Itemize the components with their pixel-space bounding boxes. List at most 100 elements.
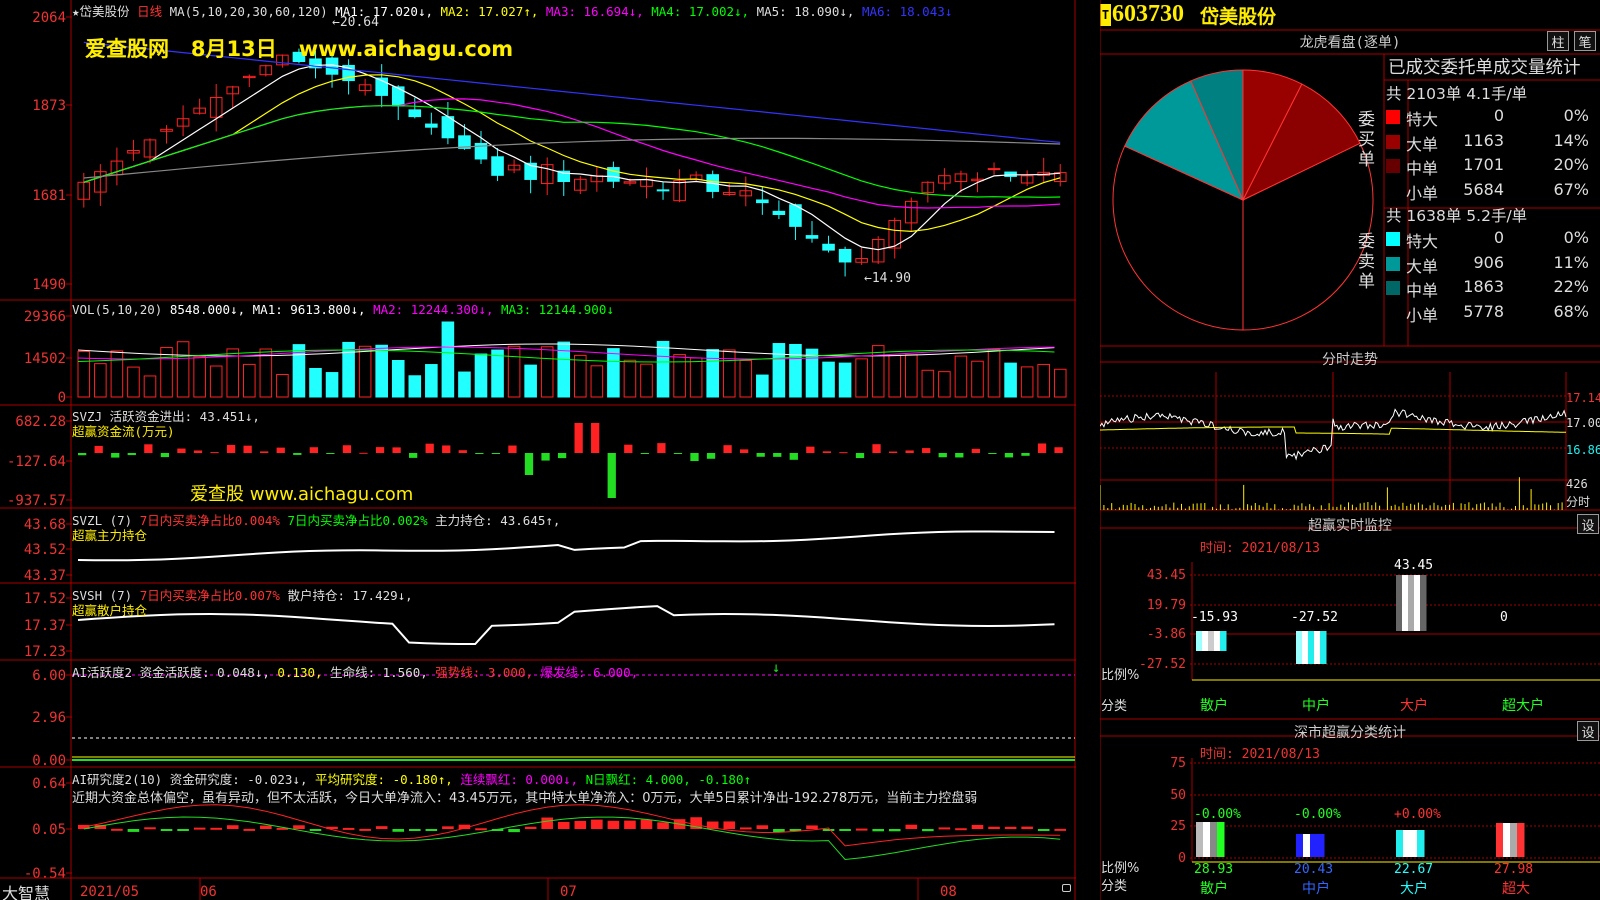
svzj-bar — [309, 447, 318, 453]
sz-settings-button[interactable]: 设 — [1577, 721, 1599, 741]
sz-axis-label: 0 — [1178, 851, 1186, 866]
ai2-bar — [872, 829, 884, 832]
candle-body — [656, 189, 670, 192]
svzj-axis-label: 682.28 — [15, 414, 66, 430]
tick-mode-button[interactable]: 笔 — [1574, 31, 1596, 51]
svzj-bar — [624, 444, 633, 453]
monitor-title: 超赢实时监控 — [1308, 518, 1392, 534]
lock-icon[interactable] — [1062, 884, 1071, 892]
ai1-axis-label: 6.00 — [32, 668, 66, 684]
volume-bar — [640, 363, 653, 398]
buy-count: 5684 — [1463, 179, 1504, 199]
buy-swatch — [1386, 159, 1400, 173]
svzj-bar — [607, 453, 616, 498]
monitor-cat-2: 大户 — [1400, 697, 1428, 714]
sz-value-label: 20.43 — [1294, 862, 1333, 877]
ai1-header-seg: AI活跃度2 — [72, 665, 140, 680]
svzj-bar — [144, 444, 153, 453]
svzl-header-seg: 7日内买卖净占比0.004% — [139, 513, 288, 528]
sell-count: 906 — [1473, 252, 1504, 272]
volume-bar — [209, 365, 223, 398]
volume-bar — [971, 360, 984, 398]
sz-bar-retail-stripe — [1210, 822, 1218, 857]
ai2-bar — [111, 828, 123, 831]
svzj-bar — [773, 453, 782, 457]
ai2-bar — [177, 829, 189, 831]
svzj-sub: 超赢资金流(万元) — [72, 424, 175, 439]
ai1-header: AI活跃度2 资金活跃度: 0.048↓, 0.130, 生命线: 1.560,… — [72, 662, 638, 681]
ma3-line — [83, 98, 1061, 209]
svzj-bar — [375, 447, 385, 453]
svzj-bar — [326, 453, 335, 454]
price-header-seg: MA6: 18.043↓ — [861, 4, 953, 19]
monitor-bar-retail-stripe — [1208, 631, 1215, 651]
sell-swatch — [1386, 232, 1400, 246]
ai2-header-seg: 资金研究度: -0.023↓, — [169, 772, 316, 787]
svzl-header-seg: 7日内买卖净占比0.002% — [287, 513, 436, 528]
svzj-bar — [855, 453, 865, 459]
volume-bar — [540, 346, 554, 398]
sz-bar-large-stripe — [1417, 830, 1425, 857]
monitor-settings-button[interactable]: 设 — [1577, 514, 1599, 534]
kline-svg[interactable]: 2064 1873 1681 1490 29366 14502 0 682.28 -127.64… — [0, 0, 1076, 900]
svzj-bar — [293, 453, 302, 455]
sz-bar-super — [1496, 823, 1525, 857]
svzj-bar — [657, 443, 666, 453]
svzj-bar — [971, 448, 980, 453]
svzj-axis-label: -127.64 — [7, 454, 66, 470]
svzj-bar — [706, 453, 716, 459]
ai1-axis-label: 2.96 — [32, 710, 66, 726]
monitor-bar-large-stripe — [1402, 575, 1409, 631]
ai2-bar — [938, 827, 951, 830]
ma4-line — [83, 105, 1061, 198]
svzj-bar — [905, 450, 914, 453]
sz-cat-0: 散户 — [1200, 880, 1228, 897]
volume-bar — [474, 353, 488, 398]
monitor-bar-retail — [1196, 631, 1227, 651]
volume-bar — [143, 375, 157, 398]
sz-axis-label: 25 — [1170, 819, 1186, 834]
ai2-header: AI研究度2(10) 资金研究度: -0.023↓, 平均研究度: -0.180… — [72, 769, 751, 788]
ai2-bar — [922, 829, 934, 832]
svzj-bar — [690, 453, 699, 462]
bar-mode-button[interactable]: 柱 — [1547, 31, 1569, 51]
sell-label: 中单 — [1406, 281, 1439, 300]
sell-count: 0 — [1493, 228, 1504, 247]
ai2-bar — [624, 820, 636, 829]
svzj-bar — [1037, 443, 1047, 453]
monitor-bar-mid-stripe — [1314, 631, 1321, 664]
svzl-axis-label: 43.52 — [24, 542, 66, 558]
main-chart-area[interactable]: 2064 1873 1681 1490 29366 14502 0 682.28 -127.64… — [0, 0, 1076, 900]
buy-label: 特大 — [1406, 110, 1439, 129]
volume-bar — [722, 349, 736, 398]
sz-bar-mid — [1296, 834, 1325, 857]
ai2-bar — [359, 828, 371, 831]
volume-bar — [458, 371, 471, 398]
svzl-sub: 超赢主力持仓 — [72, 528, 148, 543]
price-header-seg: MA(5,10,20,30,60,120) — [169, 4, 336, 19]
sell-count: 5778 — [1463, 301, 1504, 321]
price-axis-label: 1681 — [32, 188, 66, 204]
svzj-bar — [491, 453, 501, 454]
svzj-bar — [988, 453, 997, 454]
volume-bar — [822, 361, 835, 398]
volume-bar — [905, 354, 918, 398]
candle-body — [987, 168, 1001, 171]
monitor-axis-label: -27.52 — [1139, 657, 1186, 672]
buy-swatch — [1386, 110, 1400, 124]
watermark-top: 爱查股网 8月13日 www.aichagu.com — [85, 37, 514, 61]
ai2-bar — [425, 829, 438, 831]
monitor-bar-mid-stripe — [1308, 631, 1315, 664]
svsh-header-seg: 7日内买卖净占比0.007% — [139, 588, 288, 603]
svzj-bar — [127, 453, 136, 456]
svzj-bar — [94, 445, 103, 453]
svzl-line — [77, 530, 1055, 562]
svzj-bar — [210, 452, 219, 454]
monitor-axis-label: 43.45 — [1147, 568, 1186, 583]
volume-bar — [408, 375, 422, 398]
sell-summary: 共 1638单 5.2手/单 — [1386, 207, 1528, 225]
sell-swatch — [1386, 256, 1400, 271]
date-07: 07 — [560, 884, 577, 900]
monitor-ratio-label: 比例% — [1101, 668, 1140, 683]
svzj-bar — [740, 449, 749, 453]
